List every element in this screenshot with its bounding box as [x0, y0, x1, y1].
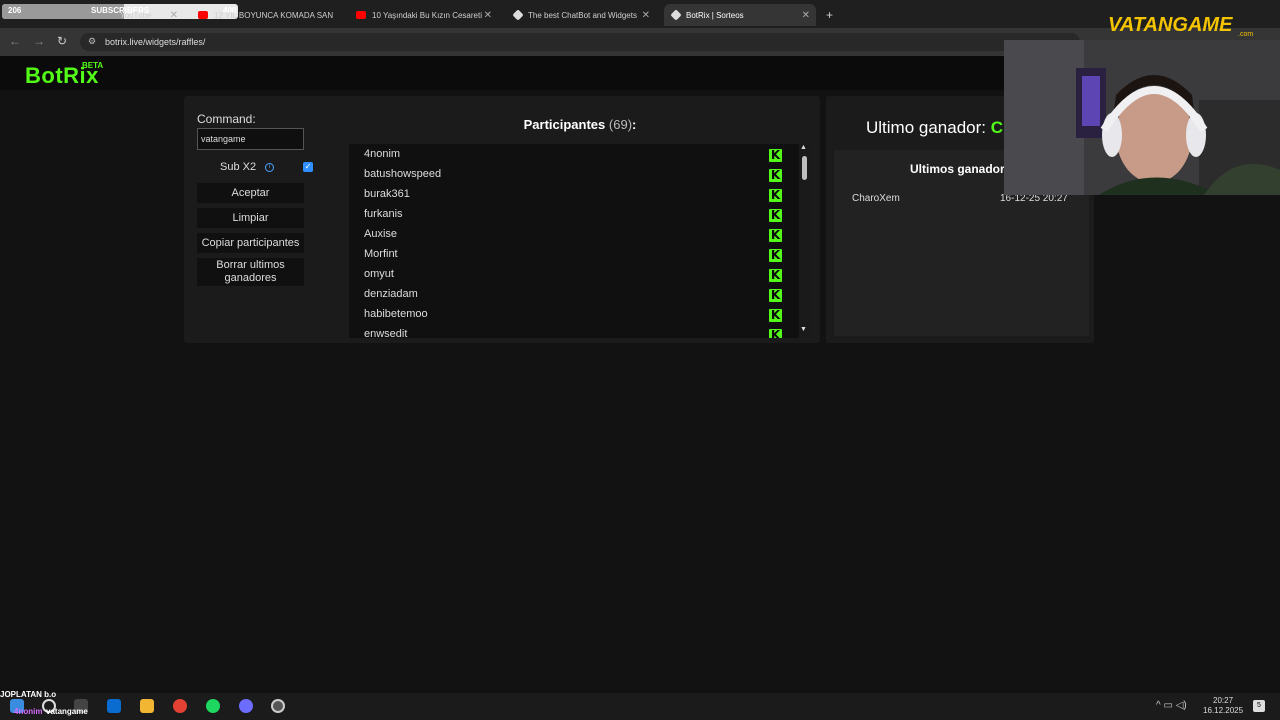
back-icon[interactable]: ← [9, 34, 21, 48]
participant-name: burak361 [364, 188, 410, 200]
last-winner: Ultimo ganador: Cha [866, 118, 1023, 138]
overlay-channel: vatangame [46, 707, 88, 716]
tab-botrix-home[interactable]: The best ChatBot and Widgets ✕ [506, 4, 656, 26]
beta-badge: BETA [82, 61, 104, 70]
kick-icon: K [769, 168, 782, 182]
store-icon[interactable] [107, 699, 121, 713]
browser-tab-strip: 206 SUBSCRIBERS 400 YouTube ✕ 12 YIL BOYU… [0, 0, 1280, 28]
scroll-up-icon[interactable]: ▲ [800, 144, 807, 151]
overlay-user: JOPLATAN b.o [0, 690, 57, 699]
subscriber-current: 206 [8, 6, 22, 15]
system-tray[interactable]: ^ ▭ ◁) [1156, 700, 1187, 711]
vatangame-logo-suffix: .com [1238, 31, 1254, 38]
forward-icon[interactable]: → [33, 34, 45, 48]
reload-icon[interactable]: ↻ [57, 34, 67, 48]
close-icon[interactable]: ✕ [484, 10, 492, 21]
participant-name: Auxise [364, 228, 398, 240]
participant-name: Morfint [364, 248, 398, 260]
kick-icon: K [769, 208, 782, 222]
participant-name: omyut [364, 268, 394, 280]
taskbar [0, 693, 1280, 720]
kick-icon: K [769, 288, 782, 302]
tab-video-2[interactable]: 10 Yaşındaki Bu Kızın Cesareti ✕ [348, 4, 498, 26]
close-icon[interactable]: ✕ [170, 10, 178, 21]
url-bar[interactable]: botrix.live/widgets/raffles/ [80, 33, 1080, 51]
kick-icon: K [769, 329, 782, 338]
botrix-icon [512, 9, 524, 21]
command-label: Command: [197, 112, 256, 126]
webcam-image [1004, 40, 1280, 195]
new-tab-button[interactable]: + [818, 4, 840, 26]
youtube-icon [356, 11, 366, 19]
kick-icon: K [769, 248, 782, 262]
tab-video-1[interactable]: 12 YIL BOYUNCA KOMADA SAN [190, 4, 340, 26]
participant-name: denziadam [364, 288, 418, 300]
participants-title: Participantes (69): [523, 117, 637, 132]
botrix-icon [670, 9, 682, 21]
participant-name: enwsedit [364, 328, 408, 338]
participant-name: furkanis [364, 208, 403, 220]
participant-name: batushowspeed [364, 168, 442, 180]
site-info-icon[interactable]: ⚙ [88, 36, 96, 47]
participant-name: habibetemoo [364, 308, 428, 320]
kick-icon: K [769, 188, 782, 202]
tab-youtube[interactable]: YouTube ✕ [112, 4, 184, 26]
close-icon[interactable]: ✕ [642, 10, 650, 21]
discord-icon[interactable] [239, 699, 253, 713]
obs-icon[interactable] [271, 699, 285, 713]
kick-icon: K [769, 268, 782, 282]
kick-icon: K [769, 148, 782, 162]
system-clock[interactable]: 20:27 16.12.2025 [1203, 696, 1243, 716]
winner-name: CharoXem [852, 193, 900, 204]
participants-count: (69) [608, 117, 633, 132]
spotify-icon[interactable] [206, 699, 220, 713]
file-explorer-icon[interactable] [140, 699, 154, 713]
webcam-overlay [1004, 40, 1280, 195]
scroll-down-icon[interactable]: ▼ [800, 326, 807, 333]
overlay-handle: 4nonim [14, 707, 43, 716]
notification-icon[interactable]: 5 [1253, 700, 1265, 712]
vatangame-logo: VATANGAME [1108, 14, 1233, 36]
kick-icon: K [769, 228, 782, 242]
scrollbar-thumb[interactable] [802, 156, 807, 180]
chrome-icon[interactable] [173, 699, 187, 713]
close-icon[interactable]: ✕ [802, 10, 810, 21]
participant-name: 4nonim [364, 148, 401, 160]
youtube-icon [198, 11, 208, 19]
tab-botrix-sorteos[interactable]: BotRix | Sorteos ✕ [664, 4, 816, 26]
kick-icon: K [769, 308, 782, 322]
